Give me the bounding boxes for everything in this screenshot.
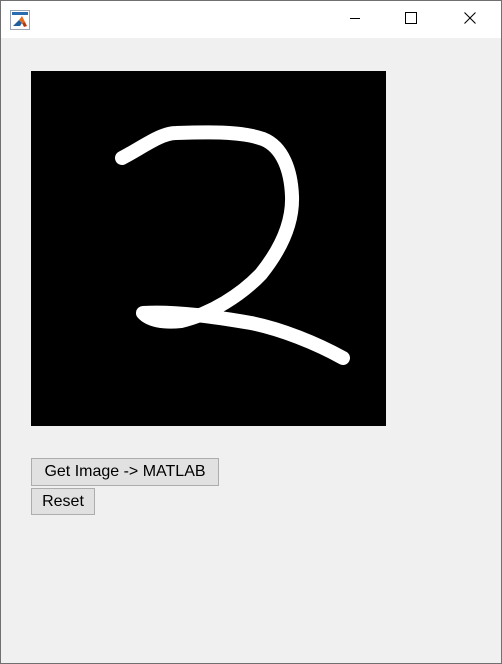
maximize-icon [405,11,417,29]
close-button[interactable] [447,1,493,38]
maximize-button[interactable] [388,1,434,38]
handwritten-digit-stroke [115,125,350,365]
get-image-button[interactable]: Get Image -> MATLAB [31,458,219,486]
reset-button[interactable]: Reset [31,488,95,515]
app-window: Get Image -> MATLAB Reset [0,0,502,664]
close-icon [464,11,476,29]
minimize-icon [349,11,361,29]
minimize-button[interactable] [332,1,378,38]
matlab-icon [10,10,30,30]
drawing-canvas[interactable] [31,71,386,426]
title-bar[interactable] [1,1,501,38]
